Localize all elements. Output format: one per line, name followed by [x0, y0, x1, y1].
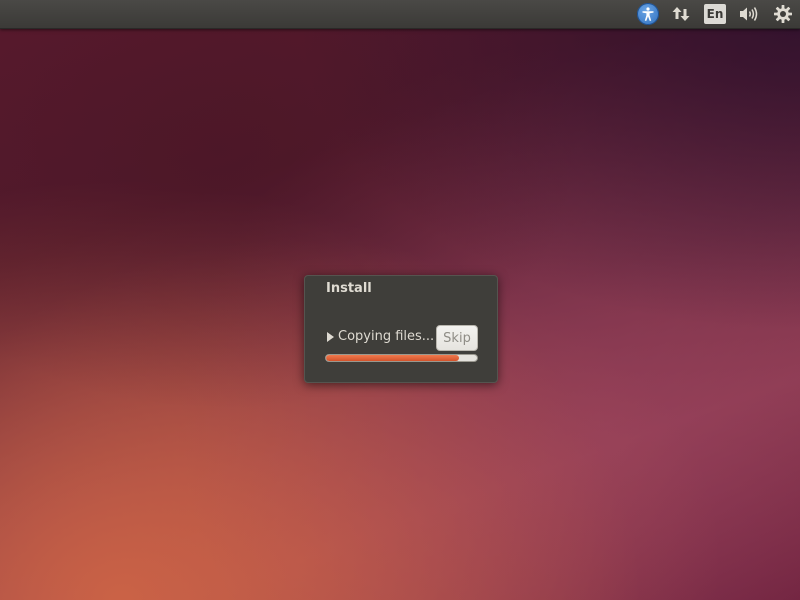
progress-bar [325, 354, 478, 362]
top-panel: En [0, 0, 800, 29]
accessibility-indicator[interactable] [635, 3, 661, 25]
skip-button[interactable]: Skip [436, 325, 478, 351]
keyboard-indicator[interactable]: En [702, 3, 728, 25]
sound-indicator[interactable] [736, 3, 762, 25]
expander-arrow-icon[interactable] [327, 332, 334, 342]
gear-icon [774, 5, 792, 23]
keyboard-layout-label: En [704, 4, 726, 24]
sound-icon [740, 7, 758, 21]
dialog-title: Install [326, 281, 372, 296]
desktop-background: En Install Copying files... Skip [0, 0, 800, 600]
progress-fill [326, 355, 459, 361]
accessibility-icon [637, 3, 659, 25]
install-dialog: Install Copying files... Skip [304, 275, 498, 383]
status-label: Copying files... [338, 329, 435, 344]
session-indicator[interactable] [770, 3, 796, 25]
network-icon [672, 7, 690, 21]
network-indicator[interactable] [668, 3, 694, 25]
